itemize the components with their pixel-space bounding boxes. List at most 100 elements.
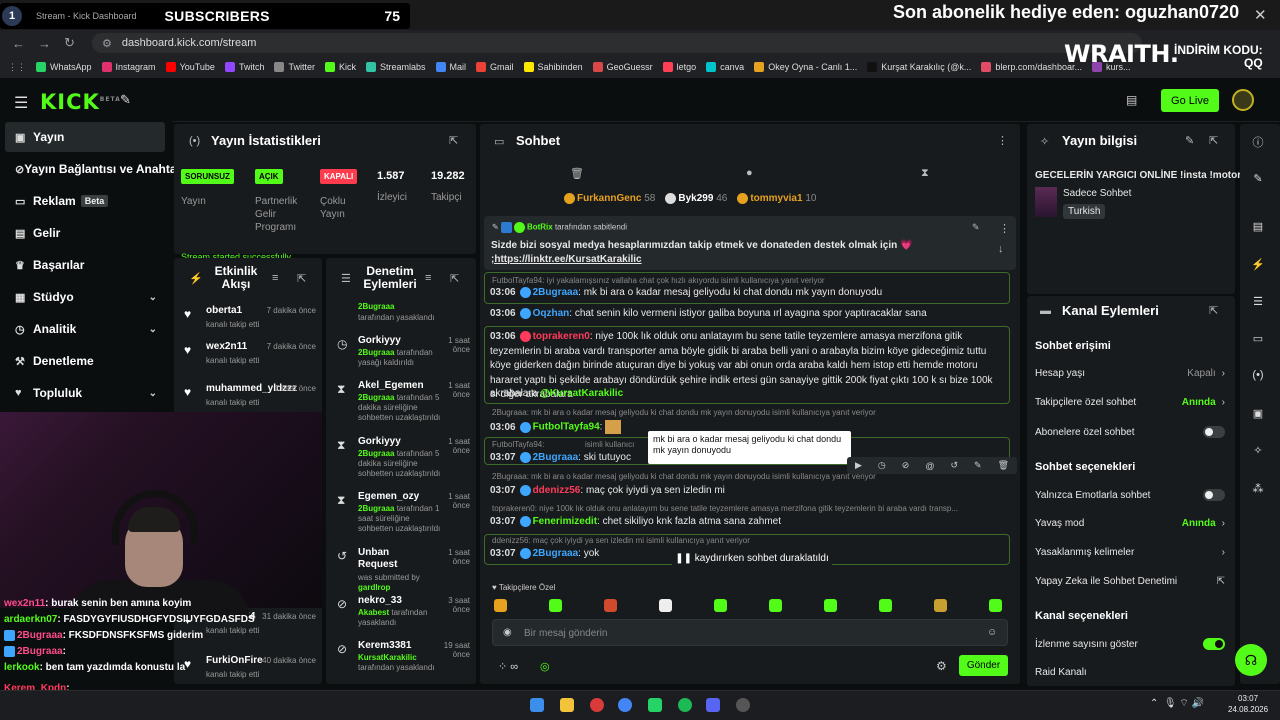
follower-name[interactable]: wex2n11	[206, 341, 247, 352]
raid-setting[interactable]: Raid Kanalı	[1035, 667, 1225, 678]
pin-icon[interactable]: ✎	[974, 460, 982, 471]
wallet-icon[interactable]: ▤	[1250, 220, 1266, 233]
address-bar[interactable]: ⚙ dashboard.kick.com/stream	[92, 33, 1142, 53]
ai-moderation-setting[interactable]: Yapay Zeka ile Sohbet Denetimi ⇱	[1035, 576, 1225, 587]
message-username[interactable]: FutbolTayfa94	[533, 422, 600, 433]
edit-icon[interactable]: ✎	[1250, 172, 1266, 185]
reload-icon[interactable]: ↻	[64, 35, 78, 51]
filter-icon[interactable]: ≡	[272, 272, 278, 284]
tray-icons[interactable]: ⌃ 🎙 ⌔ 🔊	[1150, 697, 1204, 710]
bookmark-item[interactable]: Streamlabs	[365, 62, 426, 72]
delete-icon[interactable]: 🗑	[998, 460, 1009, 471]
mention[interactable]: @KursatKarakilic	[540, 388, 623, 399]
wallet-icon[interactable]: ▤	[1126, 93, 1137, 107]
category-name[interactable]: Sadece Sohbet	[1063, 188, 1131, 199]
chat-bubble-icon[interactable]: ●	[746, 167, 753, 179]
moderator-name[interactable]: KursatKarakilic	[358, 653, 417, 662]
expand-icon[interactable]: ⇱	[450, 272, 459, 285]
bookmark-item[interactable]: Instagram	[101, 62, 156, 72]
bookmark-item[interactable]: WhatsApp	[36, 62, 92, 72]
moderator-name[interactable]: 2Bugraaa	[358, 504, 394, 513]
filter-icon[interactable]: ≡	[425, 272, 431, 284]
chat-message[interactable]: 03:06 FutbolTayfa94:	[490, 420, 622, 434]
folder-icon[interactable]	[560, 698, 574, 712]
sidebar-item-link[interactable]: ⊘ Yayın Bağlantısı ve Anahtarı	[5, 154, 185, 184]
target-user[interactable]: nekro_33	[358, 595, 428, 607]
subs-only-toggle[interactable]	[1203, 426, 1225, 438]
account-age-setting[interactable]: Hesap yaşı Kapalı ›	[1035, 368, 1225, 379]
sidebar-item-denetleme[interactable]: ⚒ Denetleme	[5, 346, 165, 376]
bookmark-item[interactable]: Mail	[435, 62, 466, 72]
chevron-down-icon[interactable]: ↓	[998, 243, 1004, 255]
bookmark-item[interactable]: Gmail	[476, 62, 514, 72]
follower-name[interactable]: oberta1	[206, 305, 242, 316]
emote-icon[interactable]	[714, 599, 727, 612]
emote-icon[interactable]	[604, 599, 617, 612]
bookmark-item[interactable]: GeoGuessr	[592, 62, 653, 72]
target-user[interactable]: Akel_Egemen	[358, 380, 428, 392]
reply-context[interactable]: 2Bugraaa: mk bi ara o kadar mesaj geliyo…	[492, 408, 876, 417]
play-icon[interactable]: ▶	[855, 460, 862, 471]
target-user[interactable]: Kerem3381	[358, 640, 428, 652]
message-username[interactable]: Oqzhan	[533, 308, 570, 319]
pinned-link[interactable]: ;https://linktr.ee/KursatKarakilic	[491, 254, 642, 265]
mention-icon[interactable]: @	[925, 461, 934, 471]
emote-icon[interactable]	[934, 599, 947, 612]
chat-message[interactable]: 03:06 Oqzhan: chat senin kilo vermeni ist…	[490, 308, 927, 319]
site-info-icon[interactable]: ⚙	[102, 37, 112, 50]
chat-message[interactable]: 03:07 ddenizz56: maç çok iyiydi ya sen iz…	[490, 485, 725, 496]
wrench-icon[interactable]: ✧	[1250, 444, 1266, 457]
kick-emote-icon[interactable]: ◎	[540, 660, 550, 673]
reply-context[interactable]: 2Bugraaa: mk bi ara o kadar mesaj geliyo…	[492, 472, 876, 481]
pin-icon[interactable]: ✎	[120, 92, 131, 108]
bookmark-item[interactable]: canva	[706, 62, 744, 72]
timeout-icon[interactable]: ◷	[878, 460, 886, 471]
reply-icon[interactable]: ↺	[950, 460, 958, 471]
chat-paused-banner[interactable]: ❚❚ kaydırırken sohbet duraklatıldı	[672, 550, 832, 567]
expand-icon[interactable]: ⇱	[449, 134, 458, 147]
emote-icon[interactable]	[769, 599, 782, 612]
unpin-icon[interactable]: ✎	[972, 222, 980, 233]
save-icon[interactable]: ▣	[1250, 407, 1266, 420]
expand-icon[interactable]: ⇱	[1209, 304, 1218, 317]
whatsapp-icon[interactable]	[648, 698, 662, 712]
banned-words-setting[interactable]: Yasaklanmış kelimeler ›	[1035, 547, 1225, 558]
message-username[interactable]: 2Bugraaa	[533, 452, 579, 463]
chrome-icon[interactable]	[618, 698, 632, 712]
back-icon[interactable]: ←	[12, 36, 26, 51]
smile-icon[interactable]: ☺	[987, 627, 997, 638]
message-username[interactable]: ddenizz56	[533, 485, 581, 496]
reply-context[interactable]: toprakeren0: niye 100k lık olduk onu anl…	[492, 504, 958, 513]
bookmark-item[interactable]: Twitch	[224, 62, 264, 72]
sidebar-item-basarilar[interactable]: ♛ Başarılar	[5, 250, 165, 280]
target-user[interactable]: Gorkiyyy	[358, 436, 428, 448]
ban-icon[interactable]: ⊘	[902, 460, 910, 471]
send-button[interactable]: Gönder	[959, 655, 1008, 676]
forward-icon[interactable]: →	[38, 36, 52, 51]
obs-icon[interactable]	[736, 698, 750, 712]
list-icon[interactable]: ☰	[1250, 295, 1266, 308]
message-username[interactable]: 2Bugraaa	[533, 548, 579, 559]
apps-icon[interactable]: ⋮⋮	[8, 62, 26, 73]
bookmark-item[interactable]: Kurşat Karakılıç (@k...	[867, 62, 971, 72]
go-live-button[interactable]: Go Live	[1161, 89, 1219, 112]
gifter-entry[interactable]: tommyvia1 10	[737, 193, 816, 204]
users-icon[interactable]: ⁘ ∞	[498, 660, 518, 673]
target-user[interactable]: Gorkiyyy	[358, 335, 428, 347]
chat-message[interactable]: 03:07 2Bugraaa: yok	[490, 548, 599, 559]
emote-icon[interactable]	[824, 599, 837, 612]
moderator-name[interactable]: 2Bugraaa	[358, 449, 394, 458]
moderator-name[interactable]: Akabest	[358, 608, 389, 617]
share-icon[interactable]: ⁂	[1250, 482, 1266, 495]
gifter-entry[interactable]: FurkannGenc 58	[564, 193, 655, 204]
sidebar-item-topluluk[interactable]: ♥ Topluluk ⌄	[5, 378, 165, 408]
avatar[interactable]	[1232, 89, 1254, 111]
sidebar-item-reklam[interactable]: ▭ Reklam Beta	[5, 186, 165, 216]
requester-name[interactable]: gardlrop	[358, 583, 390, 592]
emotes-only-toggle[interactable]	[1203, 489, 1225, 501]
broadcast-icon[interactable]: (•)	[1250, 369, 1266, 381]
bookmark-item[interactable]: YouTube	[165, 62, 215, 72]
slow-mode-setting[interactable]: Yavaş mod Anında ›	[1035, 518, 1225, 529]
chat-icon[interactable]: ▭	[1250, 332, 1266, 345]
opera-icon[interactable]	[590, 698, 604, 712]
